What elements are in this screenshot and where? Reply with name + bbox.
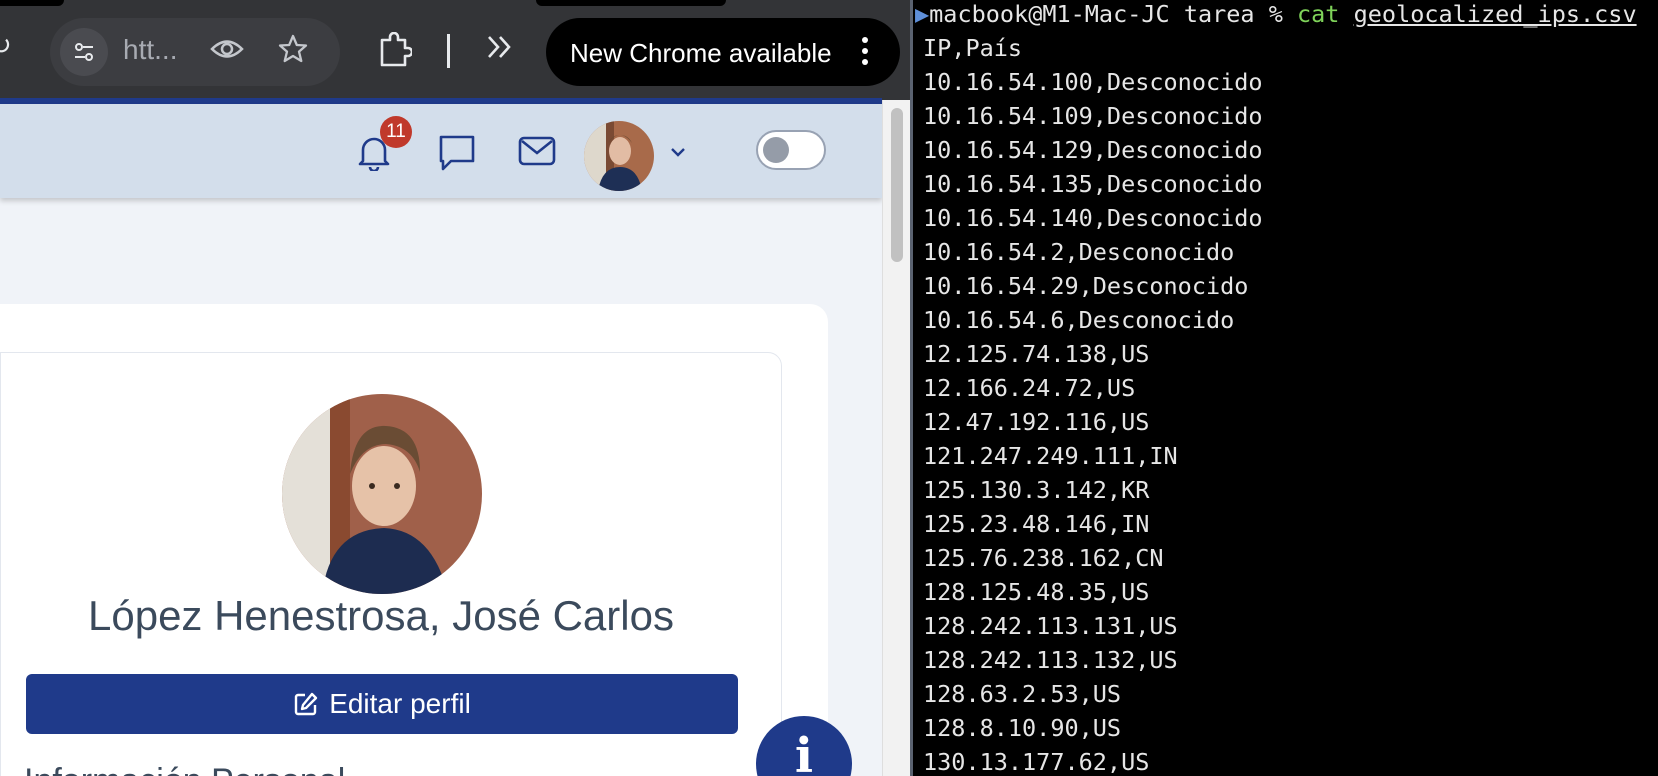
terminal-line: 128.242.113.132,US [923, 646, 1178, 674]
profile-photo [282, 394, 482, 594]
mail-icon[interactable] [518, 136, 556, 166]
scrollbar-thumb[interactable] [891, 108, 903, 262]
avatar[interactable] [584, 121, 654, 191]
terminal-line: 10.16.54.140,Desconocido [923, 204, 1263, 232]
terminal-line: 10.16.54.29,Desconocido [923, 272, 1249, 300]
terminal-line: 121.247.249.111,IN [923, 442, 1178, 470]
terminal-line: 128.242.113.131,US [923, 612, 1178, 640]
terminal-line: 10.16.54.109,Desconocido [923, 102, 1263, 130]
edit-profile-label: Editar perfil [329, 688, 471, 719]
edit-icon [294, 692, 318, 716]
toggle-knob [763, 137, 789, 163]
terminal-line: 12.47.192.116,US [923, 408, 1150, 436]
star-icon[interactable] [278, 34, 308, 64]
terminal-line: 128.63.2.53,US [923, 680, 1122, 708]
terminal-line: 128.8.10.90,US [923, 714, 1122, 742]
prompt-marker: ▶ [915, 0, 930, 28]
terminal-output: IP,País 10.16.54.100,Desconocido 10.16.54.… [923, 31, 1263, 776]
eye-icon[interactable] [210, 36, 244, 62]
tab-strip-edge [536, 0, 726, 6]
terminal-command: cat [1297, 0, 1340, 28]
terminal-line: 128.125.48.35,US [923, 578, 1150, 606]
tab-strip-edge [0, 0, 64, 6]
terminal-line: 12.166.24.72,US [923, 374, 1136, 402]
browser-window: ↻ htt... New Chrome available 11 López H… [0, 0, 910, 776]
terminal-line: 10.16.54.2,Desconocido [923, 238, 1235, 266]
edit-profile-button[interactable]: Editar perfil [26, 674, 738, 734]
site-info-icon[interactable] [60, 28, 108, 76]
terminal-line: 130.13.177.62,US [923, 748, 1150, 776]
section-heading: Información Personal [24, 762, 345, 776]
theme-toggle[interactable] [756, 130, 826, 170]
profile-name: López Henestrosa, José Carlos [88, 592, 674, 639]
update-chrome-label: New Chrome available [570, 38, 832, 68]
terminal-prompt: macbook@M1-Mac-JC tarea % [929, 0, 1298, 28]
terminal-line: IP,País [923, 34, 1023, 62]
more-tools-icon[interactable] [485, 34, 515, 60]
notification-badge: 11 [380, 116, 412, 148]
terminal-window[interactable]: ▶macbook@M1-Mac-JC tarea % cat geolocali… [910, 0, 1658, 776]
terminal-line: 125.23.48.146,IN [923, 510, 1150, 538]
terminal-line: 10.16.54.6,Desconocido [923, 306, 1235, 334]
extension-icon[interactable] [378, 32, 412, 68]
terminal-line: 125.130.3.142,KR [923, 476, 1150, 504]
terminal-argument: geolocalized_ips.csv [1353, 0, 1637, 28]
terminal-line: 10.16.54.129,Desconocido [923, 136, 1263, 164]
address-bar-url[interactable]: htt... [123, 34, 177, 66]
chevron-down-icon[interactable] [670, 146, 686, 158]
terminal-line: 10.16.54.100,Desconocido [923, 68, 1263, 96]
kebab-icon[interactable] [860, 36, 870, 66]
terminal-line: 125.76.238.162,CN [923, 544, 1164, 572]
terminal-prompt-line: ▶macbook@M1-Mac-JC tarea % cat geolocali… [915, 0, 1637, 31]
chat-icon[interactable] [438, 134, 476, 172]
terminal-line: 12.125.74.138,US [923, 340, 1150, 368]
terminal-line: 10.16.54.135,Desconocido [923, 170, 1263, 198]
reload-icon[interactable]: ↻ [0, 32, 12, 58]
toolbar-divider [447, 34, 450, 68]
